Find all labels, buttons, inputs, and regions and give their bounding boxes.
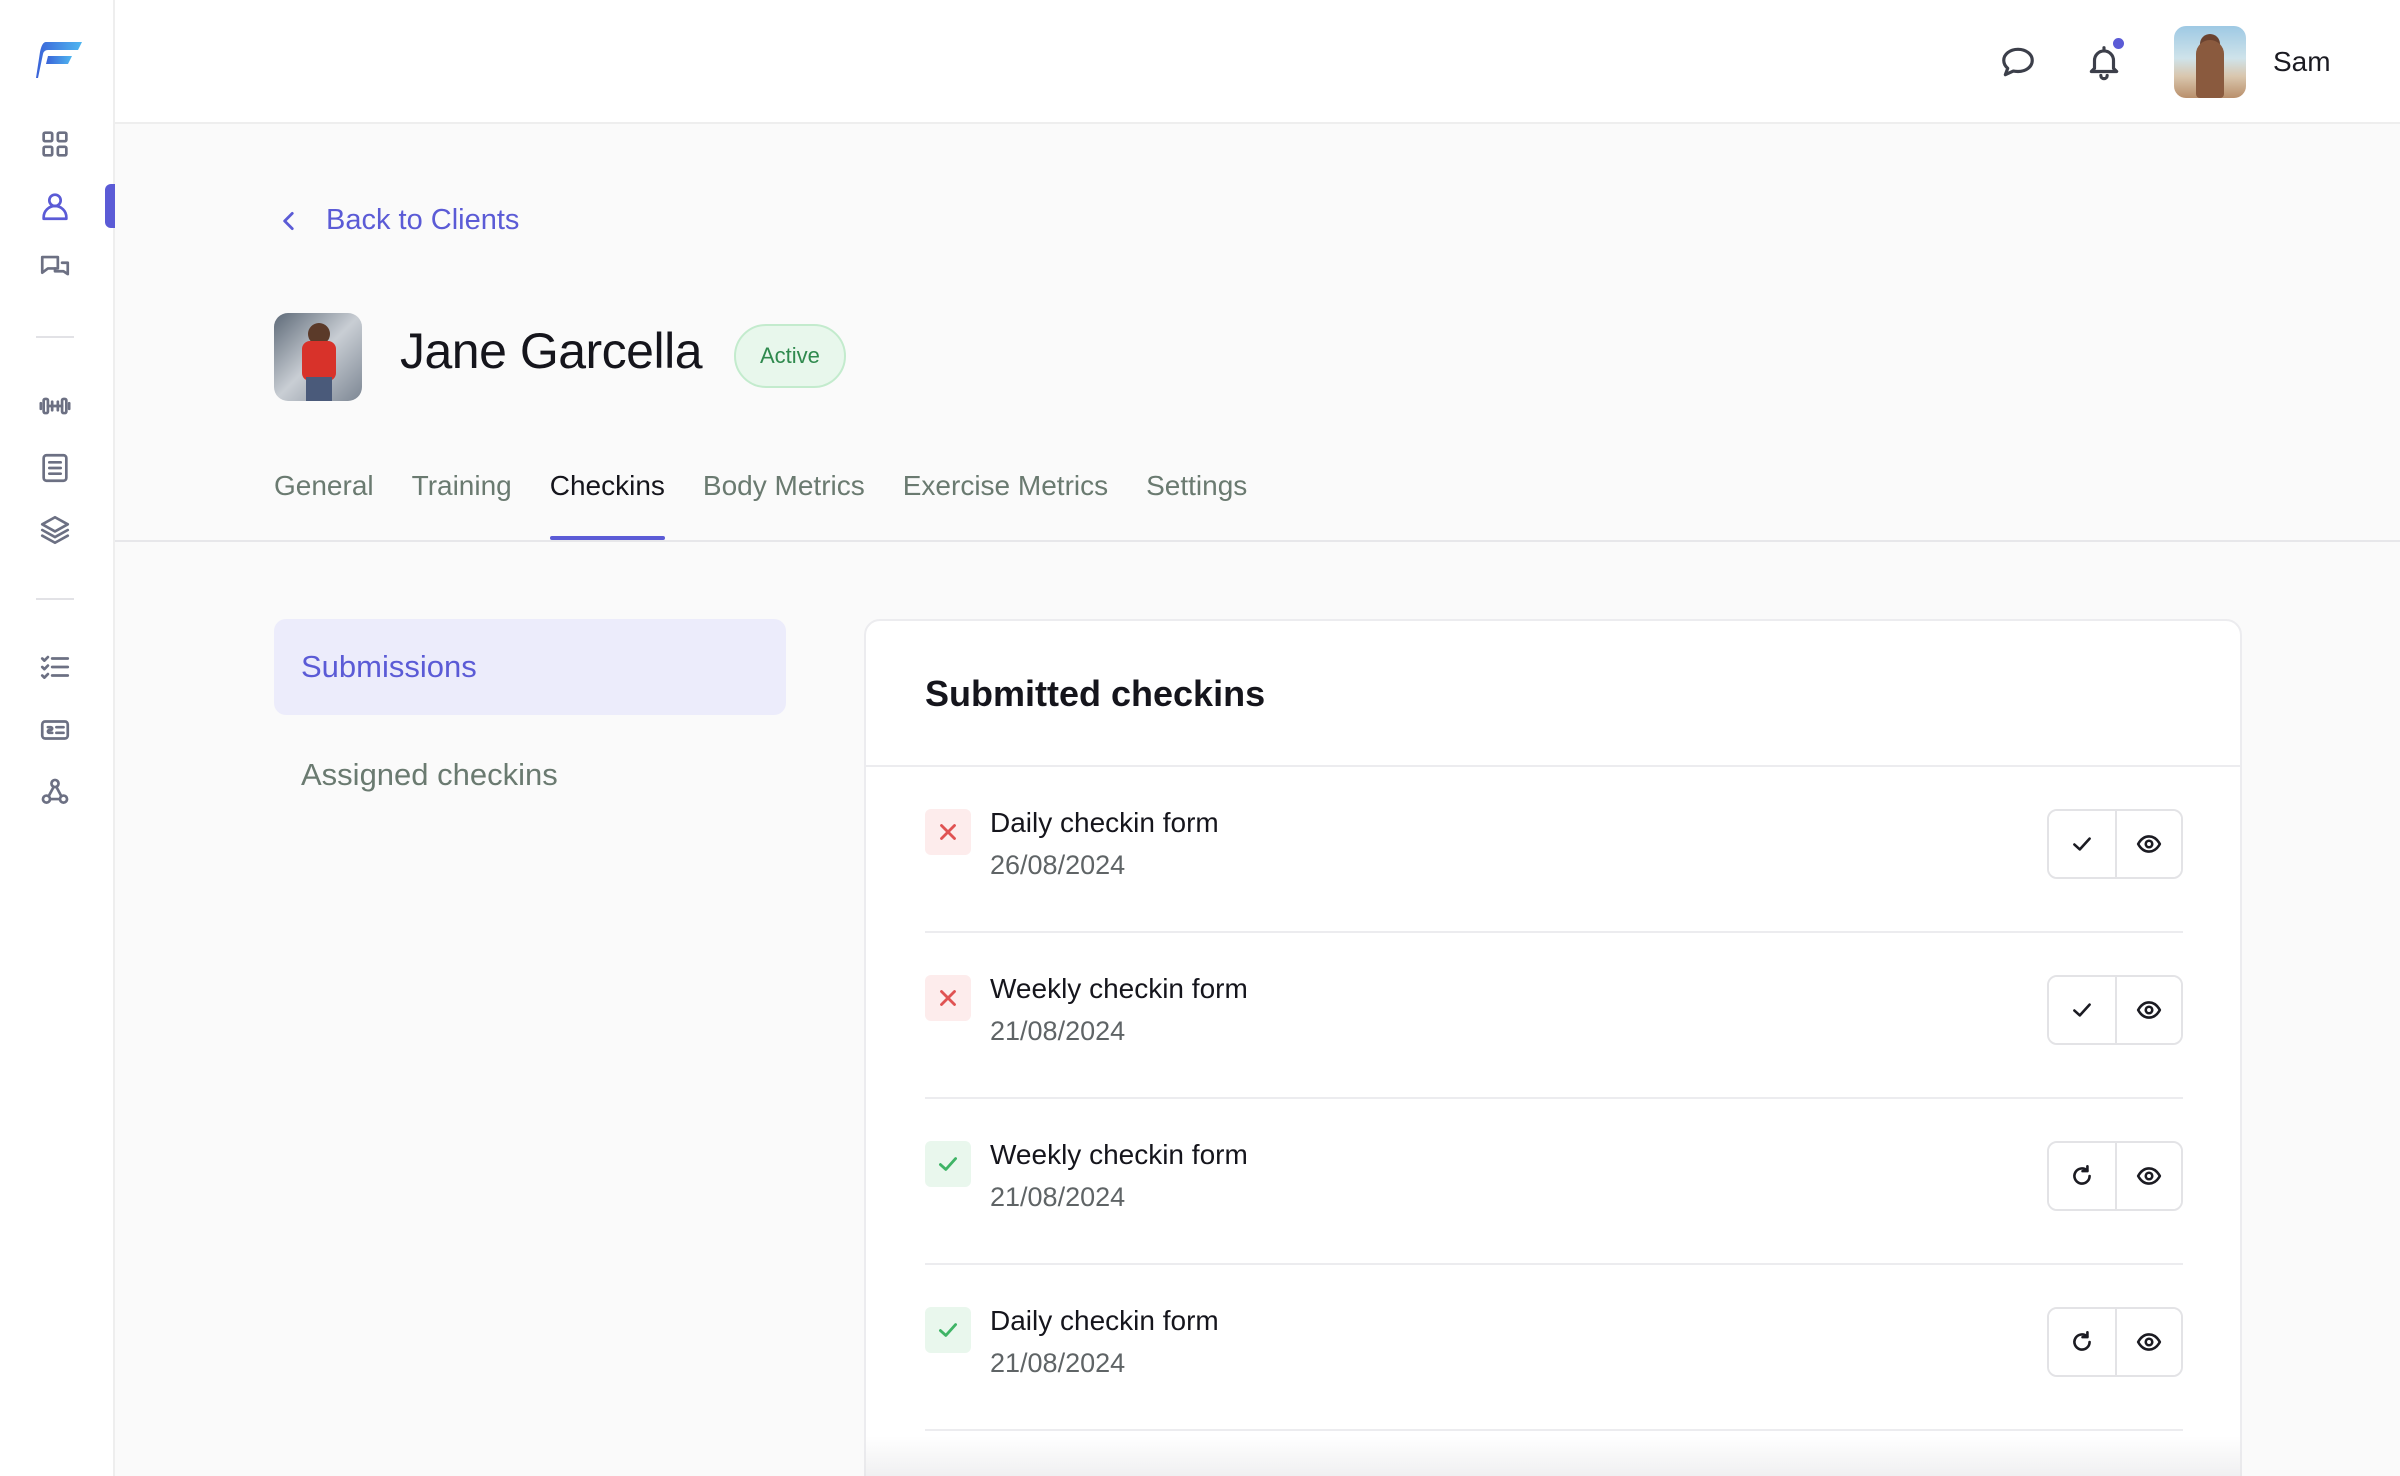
subnav-submissions[interactable]: Submissions <box>274 619 786 715</box>
layers-icon <box>40 515 70 545</box>
row-actions <box>2047 1141 2183 1211</box>
back-link-label: Back to Clients <box>326 204 520 236</box>
checkin-date: 26/08/2024 <box>990 850 1126 880</box>
status-not-reviewed <box>925 975 971 1021</box>
check-icon <box>2073 837 2091 851</box>
sidebar-item-checkins[interactable] <box>34 646 76 688</box>
checkin-name: Daily checkin form <box>990 1305 1219 1336</box>
checklist-icon <box>40 655 70 679</box>
checkin-row: Weekly checkin form 21/08/2024 <box>925 1099 2183 1265</box>
x-icon <box>940 990 956 1006</box>
reset-button[interactable] <box>2049 1309 2115 1375</box>
sidebar <box>0 0 115 1476</box>
list-document-icon <box>42 453 68 483</box>
tab-training[interactable]: Training <box>412 470 512 540</box>
eye-icon <box>2136 1001 2162 1019</box>
card-title: Submitted checkins <box>925 673 1266 714</box>
checkin-date: 21/08/2024 <box>990 1348 1126 1378</box>
checkin-name: Weekly checkin form <box>990 1139 1248 1170</box>
client-tabs: General Training Checkins Body Metrics E… <box>274 470 1247 540</box>
checkin-row: Weekly checkin form 21/08/2024 <box>925 933 2183 1099</box>
tab-checkins[interactable]: Checkins <box>549 470 666 540</box>
status-badge: Active <box>734 324 846 388</box>
reset-button[interactable] <box>2049 1143 2115 1209</box>
tab-general[interactable]: General <box>274 470 374 540</box>
dumbbell-icon <box>39 397 71 415</box>
row-actions <box>2047 1307 2183 1377</box>
eye-icon <box>2136 835 2162 853</box>
webhook-icon <box>41 778 69 804</box>
chevron-left-icon <box>283 211 294 230</box>
brand-logo-icon[interactable] <box>36 38 84 82</box>
top-bar <box>115 0 2400 124</box>
view-button[interactable] <box>2115 977 2181 1043</box>
check-icon <box>939 1157 957 1171</box>
mark-reviewed-button[interactable] <box>2049 811 2115 877</box>
grid-icon <box>42 131 68 157</box>
client-name: Jane Garcella <box>400 323 703 379</box>
sidebar-divider <box>36 598 74 600</box>
row-actions <box>2047 809 2183 879</box>
back-to-clients-link[interactable]: Back to Clients <box>276 204 519 237</box>
refresh-icon <box>2073 1330 2091 1351</box>
sidebar-item-dashboard[interactable] <box>34 123 76 165</box>
checkin-date: 21/08/2024 <box>990 1182 1126 1212</box>
status-reviewed <box>925 1307 971 1353</box>
sidebar-item-library[interactable] <box>34 509 76 551</box>
sidebar-item-integrations[interactable] <box>34 771 76 813</box>
notification-dot <box>2111 36 2126 51</box>
view-button[interactable] <box>2115 811 2181 877</box>
subnav-assigned-checkins[interactable]: Assigned checkins <box>274 727 786 823</box>
notifications-button[interactable] <box>2082 36 2126 84</box>
user-icon <box>42 193 68 221</box>
tab-exercise-metrics[interactable]: Exercise Metrics <box>903 470 1108 540</box>
status-not-reviewed <box>925 809 971 855</box>
sidebar-item-clients[interactable] <box>34 185 76 227</box>
refresh-icon <box>2073 1164 2091 1185</box>
checkin-row: Daily checkin form 21/08/2024 <box>925 1265 2183 1431</box>
chat-icon <box>2002 47 2034 77</box>
checkin-row: Daily checkin form 26/08/2024 <box>925 767 2183 933</box>
check-icon <box>2073 1003 2091 1017</box>
mark-reviewed-button[interactable] <box>2049 977 2115 1043</box>
view-button[interactable] <box>2115 1309 2181 1375</box>
tabs-divider <box>115 540 2400 542</box>
tab-settings[interactable]: Settings <box>1146 470 1247 540</box>
sidebar-item-exercises[interactable] <box>34 385 76 427</box>
sidebar-item-payments[interactable] <box>34 709 76 751</box>
user-avatar[interactable] <box>2174 26 2246 98</box>
active-nav-indicator <box>105 184 115 228</box>
eye-icon <box>2136 1167 2162 1185</box>
user-name[interactable]: Sam <box>2273 46 2331 78</box>
sidebar-item-programs[interactable] <box>34 447 76 489</box>
sidebar-divider <box>36 336 74 338</box>
status-reviewed <box>925 1141 971 1187</box>
eye-icon <box>2136 1333 2162 1351</box>
checkin-date: 21/08/2024 <box>990 1016 1126 1046</box>
check-icon <box>939 1323 957 1337</box>
sidebar-item-messages[interactable] <box>34 246 76 288</box>
x-icon <box>940 824 956 840</box>
checkin-name: Daily checkin form <box>990 807 1219 838</box>
row-actions <box>2047 975 2183 1045</box>
checkin-name: Weekly checkin form <box>990 973 1248 1004</box>
client-avatar <box>274 313 362 401</box>
view-button[interactable] <box>2115 1143 2181 1209</box>
messages-button[interactable] <box>1996 40 2040 84</box>
submitted-checkins-card: Submitted checkins Daily checkin form 26… <box>864 619 2242 1476</box>
invoice-icon <box>40 720 70 740</box>
tab-body-metrics[interactable]: Body Metrics <box>703 470 865 540</box>
chat-bubbles-icon <box>40 255 70 276</box>
